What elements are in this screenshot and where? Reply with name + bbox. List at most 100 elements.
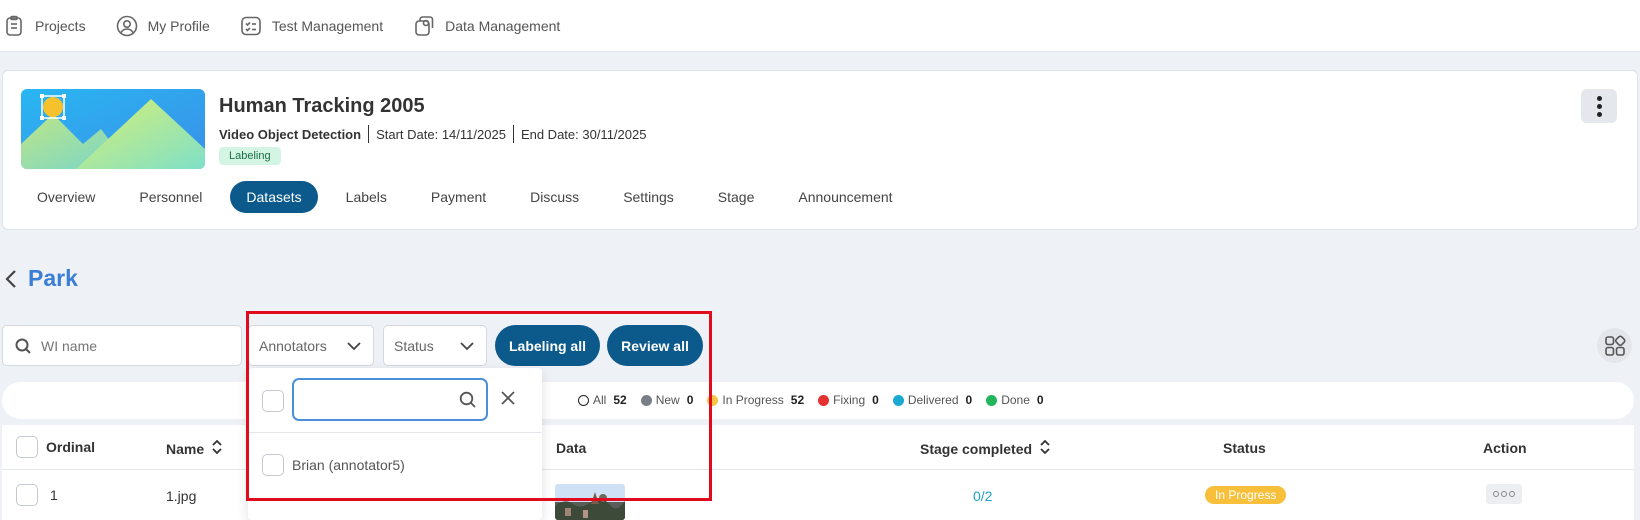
tab-payment[interactable]: Payment bbox=[415, 181, 502, 213]
legend-fixing-label: Fixing bbox=[833, 393, 866, 407]
legend-fixing[interactable]: Fixing 0 bbox=[818, 393, 879, 407]
annotators-dropdown: Brian (annotator5) bbox=[248, 368, 542, 520]
project-title: Human Tracking 2005 bbox=[219, 95, 425, 117]
legend-all-label: All bbox=[593, 393, 607, 407]
header-stage-completed[interactable]: Stage completed bbox=[920, 439, 1050, 457]
header-action: Action bbox=[1483, 440, 1527, 456]
status-select[interactable]: Status bbox=[383, 325, 487, 366]
row-status: In Progress bbox=[1205, 486, 1287, 504]
status-select-label: Status bbox=[394, 337, 434, 354]
header-data: Data bbox=[556, 440, 587, 456]
tab-datasets[interactable]: Datasets bbox=[230, 181, 318, 213]
legend-done-count: 0 bbox=[1036, 393, 1044, 407]
view-toggle-button[interactable] bbox=[1597, 328, 1632, 363]
checklist-icon bbox=[241, 16, 261, 35]
legend-new[interactable]: New 0 bbox=[640, 393, 694, 407]
annotators-dropdown-header bbox=[248, 368, 542, 433]
legend-in-progress-count: 52 bbox=[790, 393, 805, 407]
labeling-all-button[interactable]: Labeling all bbox=[495, 325, 600, 366]
annotator-option-label: Brian (annotator5) bbox=[292, 457, 405, 473]
legend-delivered[interactable]: Delivered 0 bbox=[892, 393, 973, 407]
annotators-select[interactable]: Annotators bbox=[248, 325, 374, 366]
search-icon bbox=[15, 338, 31, 354]
project-type: Video Object Detection bbox=[219, 126, 362, 142]
sort-icon bbox=[1040, 439, 1050, 457]
tab-settings[interactable]: Settings bbox=[607, 181, 690, 213]
header-name-label: Name bbox=[166, 440, 205, 457]
row-action bbox=[1486, 484, 1522, 504]
row-ordinal-value: 1 bbox=[50, 487, 58, 503]
chevron-down-icon bbox=[347, 341, 361, 350]
more-options-button[interactable] bbox=[1581, 89, 1617, 123]
nav-projects-label: Projects bbox=[35, 17, 86, 34]
row-data-thumbnail[interactable] bbox=[555, 484, 625, 520]
project-thumbnail bbox=[21, 89, 205, 169]
legend-new-label: New bbox=[655, 393, 680, 407]
header-ordinal-label: Ordinal bbox=[46, 439, 96, 455]
back-to-datasets[interactable]: Park bbox=[4, 265, 78, 292]
dataset-title: Park bbox=[28, 265, 78, 291]
row-checkbox[interactable] bbox=[16, 484, 38, 506]
nav-test-management-label: Test Management bbox=[271, 17, 384, 34]
legend-delivered-count: 0 bbox=[965, 393, 973, 407]
row-action-button[interactable] bbox=[1486, 484, 1522, 504]
row-stage-value: 0/2 bbox=[973, 488, 993, 504]
header-stage-label: Stage completed bbox=[920, 440, 1033, 457]
grid-view-icon bbox=[1604, 334, 1626, 356]
header-name[interactable]: Name bbox=[166, 439, 222, 457]
tab-discuss[interactable]: Discuss bbox=[514, 181, 595, 213]
project-start-date: Start Date: 14/11/2025 bbox=[376, 126, 506, 142]
annotator-search-field[interactable] bbox=[292, 378, 488, 421]
nav-my-profile[interactable]: My Profile bbox=[116, 15, 210, 37]
meta-divider bbox=[368, 125, 370, 143]
clear-search-button[interactable] bbox=[500, 390, 518, 408]
nav-data-management[interactable]: Data Management bbox=[413, 15, 560, 37]
nav-my-profile-label: My Profile bbox=[147, 17, 210, 34]
clipboard-icon bbox=[6, 15, 22, 36]
legend-new-count: 0 bbox=[686, 393, 694, 407]
project-end-date: End Date: 30/11/2025 bbox=[520, 126, 647, 142]
in-progress-dot-icon bbox=[707, 394, 719, 406]
more-vertical-icon bbox=[1596, 95, 1602, 101]
project-meta: Video Object Detection Start Date: 14/11… bbox=[219, 125, 646, 143]
wi-search-field[interactable] bbox=[2, 325, 242, 366]
data-icon bbox=[415, 15, 434, 36]
annotator-search-input[interactable] bbox=[302, 390, 452, 406]
new-dot-icon bbox=[640, 394, 652, 406]
wi-search-input[interactable] bbox=[41, 337, 221, 354]
status-legend-bar: All 52 New 0 In Progress 52 Fixing 0 Deliver… bbox=[2, 382, 1634, 419]
delivered-dot-icon bbox=[892, 394, 904, 406]
project-tabs: Overview Personnel Datasets Labels Payme… bbox=[21, 181, 921, 213]
annotators-select-label: Annotators bbox=[259, 337, 327, 354]
tab-stage[interactable]: Stage bbox=[702, 181, 771, 213]
close-icon bbox=[501, 391, 515, 405]
table-row[interactable]: 1 1.jpg 0/2 In Progress bbox=[2, 471, 1634, 520]
legend-in-progress-label: In Progress bbox=[722, 393, 784, 407]
legend-done-label: Done bbox=[1001, 393, 1030, 407]
row-status-badge: In Progress bbox=[1205, 486, 1287, 504]
project-status-badge: Labeling bbox=[219, 147, 281, 165]
fixing-dot-icon bbox=[818, 394, 830, 406]
table-header: Ordinal Name Data Stage completed Status… bbox=[2, 425, 1634, 470]
select-all-checkbox[interactable] bbox=[16, 436, 38, 458]
tab-announcement[interactable]: Announcement bbox=[782, 181, 908, 213]
legend-all[interactable]: All 52 bbox=[578, 393, 627, 407]
row-name[interactable]: 1.jpg bbox=[166, 488, 196, 504]
nav-projects[interactable]: Projects bbox=[3, 15, 86, 37]
header-ordinal: Ordinal bbox=[16, 436, 95, 458]
annotator-option[interactable]: Brian (annotator5) bbox=[262, 454, 405, 476]
tab-overview[interactable]: Overview bbox=[21, 181, 111, 213]
legend-fixing-count: 0 bbox=[872, 393, 879, 407]
tab-labels[interactable]: Labels bbox=[330, 181, 403, 213]
annotator-option-checkbox[interactable] bbox=[262, 454, 284, 476]
top-navigation: Projects My Profile Test Management Data… bbox=[0, 0, 1640, 52]
header-status: Status bbox=[1223, 440, 1266, 456]
review-all-button[interactable]: Review all bbox=[607, 325, 703, 366]
legend-done[interactable]: Done 0 bbox=[986, 393, 1044, 407]
select-all-annotators-checkbox[interactable] bbox=[262, 390, 284, 412]
user-circle-icon bbox=[116, 15, 137, 36]
legend-in-progress[interactable]: In Progress 52 bbox=[707, 393, 804, 407]
tab-personnel[interactable]: Personnel bbox=[123, 181, 218, 213]
row-ordinal: 1 bbox=[16, 484, 58, 506]
nav-test-management[interactable]: Test Management bbox=[240, 15, 383, 37]
